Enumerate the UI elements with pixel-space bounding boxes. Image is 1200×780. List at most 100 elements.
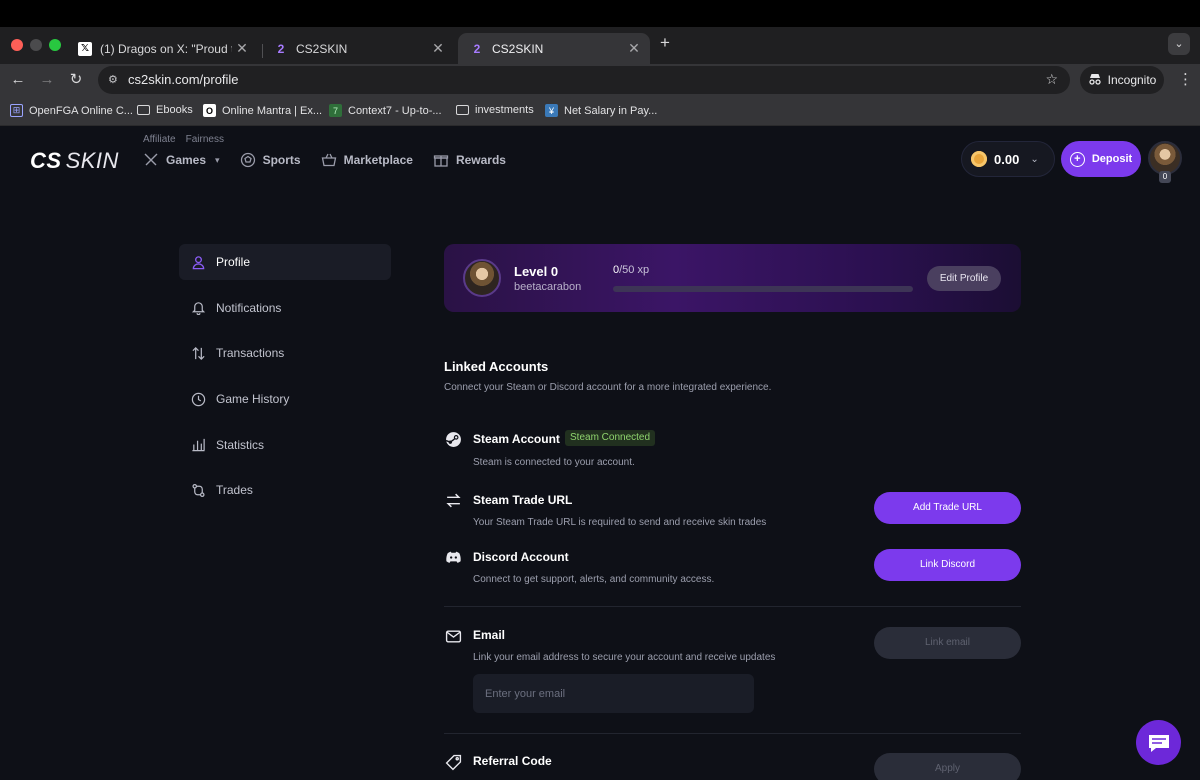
sidebar-item-label: Transactions (216, 346, 285, 361)
maximize-window-button[interactable] (49, 39, 61, 51)
affiliate-link[interactable]: Affiliate (143, 134, 176, 145)
back-arrow-icon[interactable]: ← (8, 70, 28, 90)
address-bar[interactable]: ⚙ cs2skin.com/profile ☆ (98, 66, 1070, 94)
browser-toolbar: ← → ↻ ⚙ cs2skin.com/profile ☆ Incognito … (0, 64, 1200, 96)
chevron-down-icon: ⌄ (1030, 153, 1039, 165)
mail-icon (445, 630, 462, 643)
discord-account-title: Discord Account (473, 550, 569, 564)
bell-icon (191, 302, 206, 316)
nav-sports[interactable]: Sports (240, 150, 301, 170)
email-input[interactable] (473, 674, 754, 713)
chevron-down-icon: ▾ (215, 154, 220, 165)
sidebar-item-notifications[interactable]: Notifications (179, 290, 391, 326)
browser-tab-3-active[interactable]: 2 CS2SKIN ✕ (458, 33, 650, 64)
om-icon: O (203, 104, 216, 117)
balance-dropdown[interactable]: 0.00 ⌄ (961, 141, 1055, 177)
browser-tab-2[interactable]: 2 CS2SKIN ✕ (262, 33, 454, 64)
swap-arrows-icon (446, 493, 461, 508)
new-tab-button[interactable]: + (655, 33, 675, 53)
bookmark-label: Net Salary in Pay... (564, 104, 658, 117)
sidebar-item-label: Statistics (216, 437, 265, 452)
bookmark-label: Online Mantra | Ex... (222, 104, 323, 117)
tab-title: CS2SKIN (492, 41, 544, 56)
fairness-link[interactable]: Fairness (186, 134, 224, 145)
sidebar-item-trades[interactable]: Trades (179, 472, 391, 508)
chat-support-button[interactable] (1136, 720, 1181, 765)
user-level-badge: 0 (1159, 171, 1171, 183)
ball-icon (240, 152, 255, 168)
trade-url-title: Steam Trade URL (473, 493, 573, 507)
discord-account-desc: Connect to get support, alerts, and comm… (473, 574, 715, 585)
site-logo[interactable]: CS SKIN (30, 148, 119, 174)
nav-label: Sports (262, 153, 301, 167)
close-tab-icon[interactable]: ✕ (624, 40, 644, 57)
context7-icon: 7 (329, 104, 342, 117)
reload-icon[interactable]: ↻ (66, 70, 86, 90)
site-info-icon[interactable]: ⚙ (108, 73, 122, 87)
referral-code-title: Referral Code (473, 754, 552, 768)
plus-circle-icon: + (1069, 151, 1085, 167)
edit-profile-button[interactable]: Edit Profile (927, 266, 1001, 291)
section-divider (444, 733, 1021, 734)
nav-games[interactable]: Games ▾ (143, 150, 220, 170)
bookmark-star-icon[interactable]: ☆ (1045, 71, 1058, 88)
nav-rewards[interactable]: Rewards (433, 150, 506, 170)
steam-icon (445, 432, 461, 447)
minimize-window-button[interactable] (30, 39, 42, 51)
chat-bubble-icon (1148, 734, 1169, 752)
close-tab-icon[interactable]: ✕ (428, 40, 448, 57)
nav-label: Rewards (455, 153, 506, 167)
close-window-button[interactable] (11, 39, 23, 51)
forward-arrow-icon[interactable]: → (37, 70, 57, 90)
add-trade-url-button[interactable]: Add Trade URL (874, 492, 1021, 524)
folder-icon (137, 105, 150, 115)
steam-connected-badge: Steam Connected (565, 430, 656, 446)
screen-top-bar (0, 0, 1200, 27)
browser-tab-1[interactable]: 𝕏 (1) Dragos on X: "Proud to lau ✕ (66, 33, 258, 64)
browser-menu-icon[interactable]: ⋮ (1178, 70, 1193, 88)
main-nav: Games ▾ Sports Marketplace Rewards (143, 150, 506, 170)
sidebar-item-label: Game History (216, 392, 290, 407)
cs2skin-icon: 2 (473, 41, 481, 56)
bookmark-item[interactable]: Ebooks (137, 104, 193, 116)
sidebar-item-label: Profile (216, 255, 251, 269)
tab-search-chevron-icon[interactable]: ⌄ (1168, 33, 1190, 55)
trade-url-desc: Your Steam Trade URL is required to send… (473, 517, 767, 528)
link-discord-button[interactable]: Link Discord (874, 549, 1021, 581)
incognito-icon (1088, 73, 1102, 88)
sidebar-item-game-history[interactable]: Game History (179, 381, 391, 417)
bookmark-item[interactable]: ⊞ OpenFGA Online C... (10, 104, 133, 117)
url-text[interactable]: cs2skin.com/profile (128, 72, 239, 87)
incognito-label: Incognito (1107, 73, 1157, 87)
email-desc: Link your email address to secure your a… (473, 652, 776, 663)
bookmark-item[interactable]: 7 Context7 - Up-to-... (329, 104, 442, 117)
user-avatar[interactable] (1148, 141, 1182, 175)
bookmark-item[interactable]: ¥ Net Salary in Pay... (545, 104, 657, 117)
bookmark-label: Context7 - Up-to-... (348, 104, 442, 117)
sidebar-item-profile[interactable]: Profile (179, 244, 391, 280)
user-icon (192, 255, 205, 269)
browser-tab-strip: 𝕏 (1) Dragos on X: "Proud to lau ✕ 2 CS2… (0, 27, 1200, 64)
sidebar-item-transactions[interactable]: Transactions (179, 335, 391, 371)
sidebar-item-statistics[interactable]: Statistics (179, 427, 391, 463)
bookmarks-bar: ⊞ OpenFGA Online C... Ebooks O Online Ma… (0, 96, 1200, 126)
profile-avatar[interactable] (463, 259, 501, 297)
top-links: Affiliate Fairness (143, 134, 224, 145)
apply-referral-button[interactable]: Apply (874, 753, 1021, 780)
profile-level: Level 0 (514, 264, 559, 279)
bookmark-item[interactable]: investments (456, 104, 534, 116)
deposit-label: Deposit (1091, 153, 1133, 165)
sidebar-item-label: Trades (216, 483, 253, 498)
incognito-indicator[interactable]: Incognito (1080, 66, 1164, 94)
nav-marketplace[interactable]: Marketplace (321, 150, 413, 170)
balance-amount: 0.00 (994, 151, 1020, 167)
logo-skin: SKIN (65, 148, 119, 173)
profile-username: beetacarabon (514, 281, 582, 293)
nav-label: Marketplace (343, 153, 413, 167)
link-email-button[interactable]: Link email (874, 627, 1021, 659)
bookmark-item[interactable]: O Online Mantra | Ex... (203, 104, 322, 117)
swords-icon (144, 153, 158, 166)
close-tab-icon[interactable]: ✕ (232, 40, 252, 57)
deposit-button[interactable]: + Deposit (1061, 141, 1141, 177)
bookmark-label: investments (475, 104, 534, 116)
